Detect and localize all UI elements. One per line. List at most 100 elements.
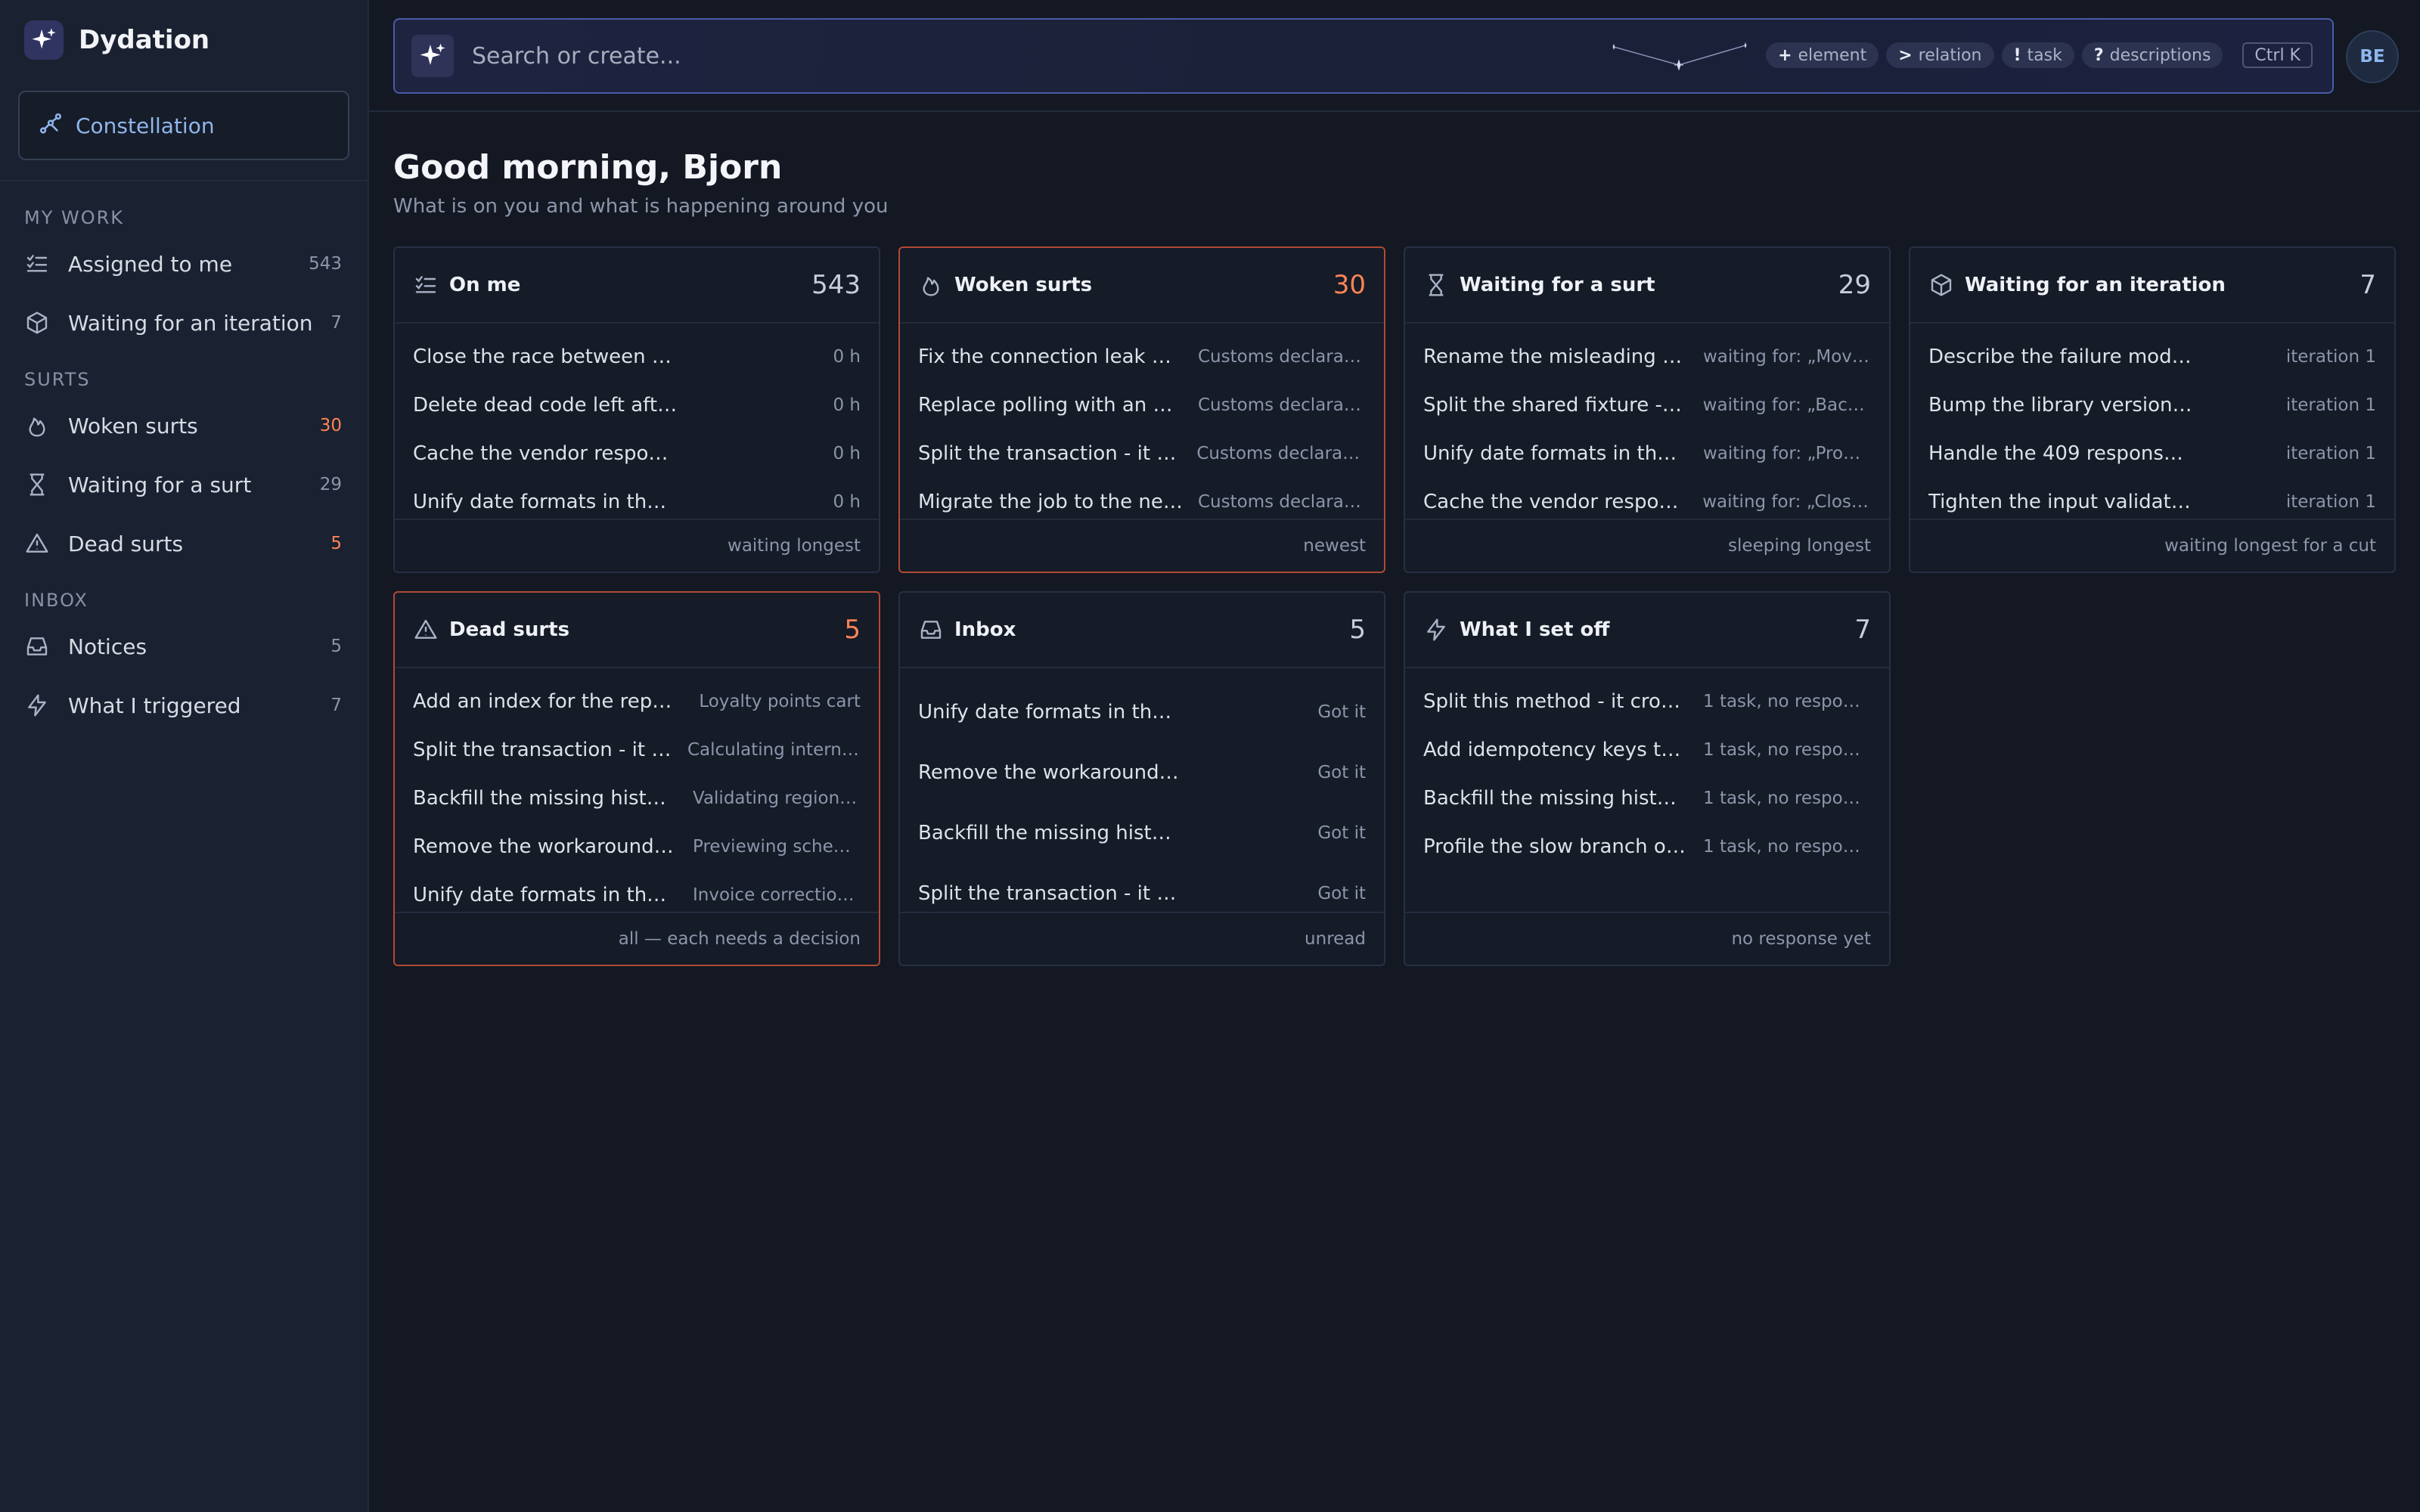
search-bar[interactable]: +element >relation !task ?descriptions C… [393, 18, 2334, 94]
flame-icon [918, 272, 944, 298]
got-it-button[interactable]: Got it [1317, 884, 1366, 903]
sidebar: Dydation Constellation MY WORK Assigned … [0, 0, 369, 1512]
sidebar-item-label: What I triggered [68, 692, 241, 718]
sidebar-item-count: 7 [330, 696, 342, 715]
warning-icon [24, 531, 50, 556]
constellation-label: Constellation [76, 113, 215, 138]
card-header[interactable]: On me 543 [395, 248, 879, 324]
sidebar-item-notices[interactable]: Notices 5 [0, 617, 368, 676]
section-label-surts: SURTS [24, 369, 91, 390]
got-it-button[interactable]: Got it [1317, 763, 1366, 782]
got-it-button[interactable]: Got it [1317, 702, 1366, 722]
list-item[interactable]: Handle the 409 response fro...iteration … [1910, 429, 2394, 478]
warning-icon [413, 617, 439, 643]
cube-icon [24, 310, 50, 336]
list-item[interactable]: Replace polling with an event Customs dec… [900, 381, 1384, 429]
flame-icon [24, 413, 50, 438]
list-item[interactable]: Backfill the missing history r...1 task,… [1405, 774, 1889, 823]
sidebar-item-label: Woken surts [68, 413, 198, 438]
list-item[interactable]: Delete dead code left after t...0 h [395, 381, 879, 429]
inbox-icon [918, 617, 944, 643]
card-title: On me [449, 274, 521, 296]
main-content: +element >relation !task ?descriptions C… [369, 0, 2420, 1512]
list-item[interactable]: Split the shared fixture - test...waitin… [1405, 381, 1889, 429]
constellation-icon [38, 111, 64, 140]
card-footer: waiting longest for a cut [1910, 519, 2394, 572]
page-subtitle: What is on you and what is happening aro… [393, 195, 889, 218]
card-title: What I set off [1460, 618, 1610, 641]
card-title: Inbox [954, 618, 1016, 641]
list-item[interactable]: Add idempotency keys to th...1 task, no … [1405, 726, 1889, 774]
checklist-icon [413, 272, 439, 298]
sidebar-item-label: Notices [68, 634, 147, 659]
hint-chip-task[interactable]: ! task [2001, 42, 2074, 68]
list-item[interactable]: Backfill the missing history r...Got it [900, 803, 1384, 863]
list-item[interactable]: Bump the library version - s... iteration… [1910, 381, 2394, 429]
card-footer: waiting longest [395, 519, 879, 572]
card-count: 5 [1349, 615, 1366, 645]
list-item[interactable]: Cache the vendor response ...0 h [395, 429, 879, 478]
hint-chip-element[interactable]: + element [1766, 42, 1879, 68]
inbox-icon [24, 634, 50, 659]
card-header[interactable]: Waiting for an iteration 7 [1910, 248, 2394, 324]
card-header[interactable]: What I set off 7 [1405, 593, 1889, 668]
list-item[interactable]: Split the transaction - it hol... Calcula… [395, 726, 879, 774]
sidebar-item-count: 543 [309, 254, 342, 274]
card-footer: sleeping longest [1405, 519, 1889, 572]
keyboard-shortcut: Ctrl K [2242, 42, 2313, 68]
card-header[interactable]: Waiting for a surt 29 [1405, 248, 1889, 324]
hint-chip-descriptions[interactable]: ? descriptions [2081, 42, 2223, 68]
sidebar-item-label: Dead surts [68, 531, 184, 556]
card-waiting-for-surt: Waiting for a surt 29 Rename the mislead… [1404, 246, 1891, 573]
hourglass-icon [24, 472, 50, 497]
avatar[interactable]: BE [2346, 30, 2399, 83]
card-what-i-set-off: What I set off 7 Split this method - it … [1404, 591, 1891, 966]
checklist-icon [24, 251, 50, 277]
brand[interactable]: Dydation [0, 0, 368, 80]
card-dead-surts: Dead surts 5 Add an index for the report… [393, 591, 880, 966]
card-count: 7 [1854, 615, 1871, 645]
card-header[interactable]: Dead surts 5 [395, 593, 879, 668]
section-label-my-work: MY WORK [24, 207, 125, 228]
list-item[interactable]: Remove the workaround on... Previewing sc… [395, 823, 879, 871]
list-item[interactable]: Fix the connection leak on e...Customs d… [900, 333, 1384, 381]
sidebar-item-woken[interactable]: Woken surts 30 [0, 396, 368, 455]
sidebar-item-label: Waiting for an iteration [68, 310, 313, 336]
list-item[interactable]: Describe the failure modes i...iteration… [1910, 333, 2394, 381]
search-input[interactable] [472, 42, 1531, 70]
bolt-icon [1423, 617, 1449, 643]
list-item[interactable]: Rename the misleading flag ...waiting fo… [1405, 333, 1889, 381]
list-item[interactable]: Unify date formats in the res...Got it [900, 682, 1384, 742]
sidebar-item-assigned[interactable]: Assigned to me 543 [0, 234, 368, 293]
sidebar-item-waiting-iteration[interactable]: Waiting for an iteration 7 [0, 293, 368, 352]
sidebar-item-triggered[interactable]: What I triggered 7 [0, 676, 368, 735]
card-header[interactable]: Inbox 5 [900, 593, 1384, 668]
list-item[interactable]: Unify date formats in the res...waiting … [1405, 429, 1889, 478]
list-item[interactable]: Split the transaction - it hol... Customs… [900, 429, 1384, 478]
list-item[interactable]: Remove the workaround on... Got it [900, 742, 1384, 803]
list-item[interactable]: Split this method - it crosse... 1 task, … [1405, 677, 1889, 726]
list-item[interactable]: Backfill the missing history r...Validat… [395, 774, 879, 823]
sidebar-item-label: Assigned to me [68, 251, 233, 277]
card-woken-surts: Woken surts 30 Fix the connection leak o… [898, 246, 1385, 573]
sparkle-logo-icon [24, 20, 64, 60]
got-it-button[interactable]: Got it [1317, 823, 1366, 843]
card-header[interactable]: Woken surts 30 [900, 248, 1384, 324]
card-on-me: On me 543 Close the race between the ...… [393, 246, 880, 573]
search-syntax-hints: + element > relation ! task ? descriptions C… [1758, 42, 2313, 68]
card-title: Dead surts [449, 618, 570, 641]
card-inbox: Inbox 5 Unify date formats in the res...… [898, 591, 1385, 966]
page-title: Good morning, Bjorn [393, 148, 783, 187]
list-item[interactable]: Add an index for the reporti... Loyalty p… [395, 677, 879, 726]
list-item[interactable]: Close the race between the ...0 h [395, 333, 879, 381]
card-footer: newest [900, 519, 1384, 572]
sidebar-item-dead[interactable]: Dead surts 5 [0, 514, 368, 573]
hint-chip-relation[interactable]: > relation [1886, 42, 1994, 68]
constellation-decoration-icon [1612, 42, 1747, 71]
list-item[interactable]: Profile the slow branch of th...1 task, … [1405, 823, 1889, 871]
sparkle-icon[interactable] [411, 35, 454, 77]
sidebar-item-count: 5 [330, 534, 342, 553]
sidebar-item-waiting-surt[interactable]: Waiting for a surt 29 [0, 455, 368, 514]
constellation-button[interactable]: Constellation [18, 91, 349, 160]
card-title: Woken surts [954, 274, 1093, 296]
